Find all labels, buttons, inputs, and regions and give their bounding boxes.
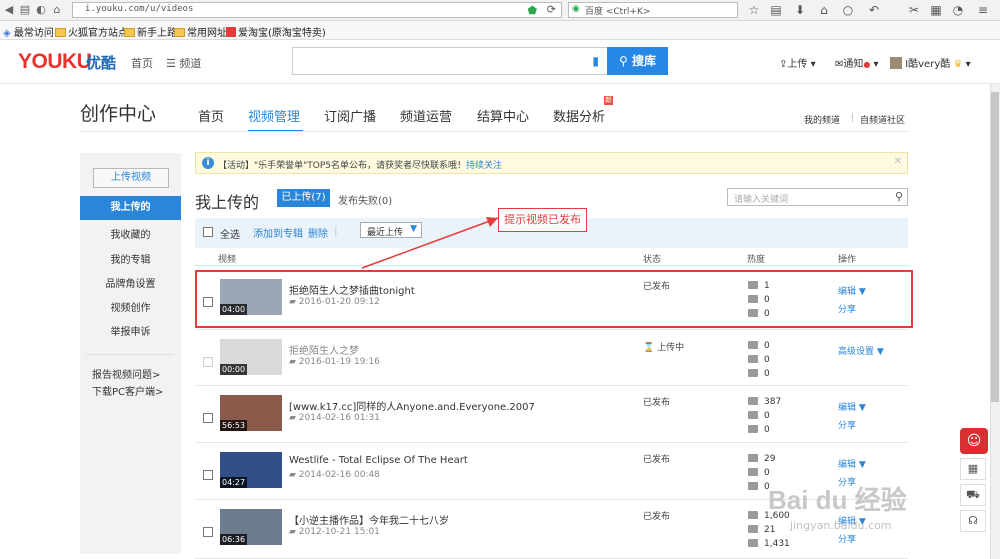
feedback-icon[interactable]: ☊ xyxy=(960,510,986,532)
callout-arrow xyxy=(361,217,499,269)
qrcode-icon[interactable]: ▦ xyxy=(960,458,986,480)
scrollbar-thumb[interactable] xyxy=(991,92,999,402)
baidu-watermark: Bai du 经验 xyxy=(768,485,907,515)
mascot-icon[interactable]: ☺ xyxy=(960,428,988,454)
baidu-watermark-url: jingyan.baidu.com xyxy=(790,519,892,532)
cart-icon[interactable]: ⛟ xyxy=(960,484,986,506)
callout-label: 提示视频已发布 xyxy=(498,208,587,232)
